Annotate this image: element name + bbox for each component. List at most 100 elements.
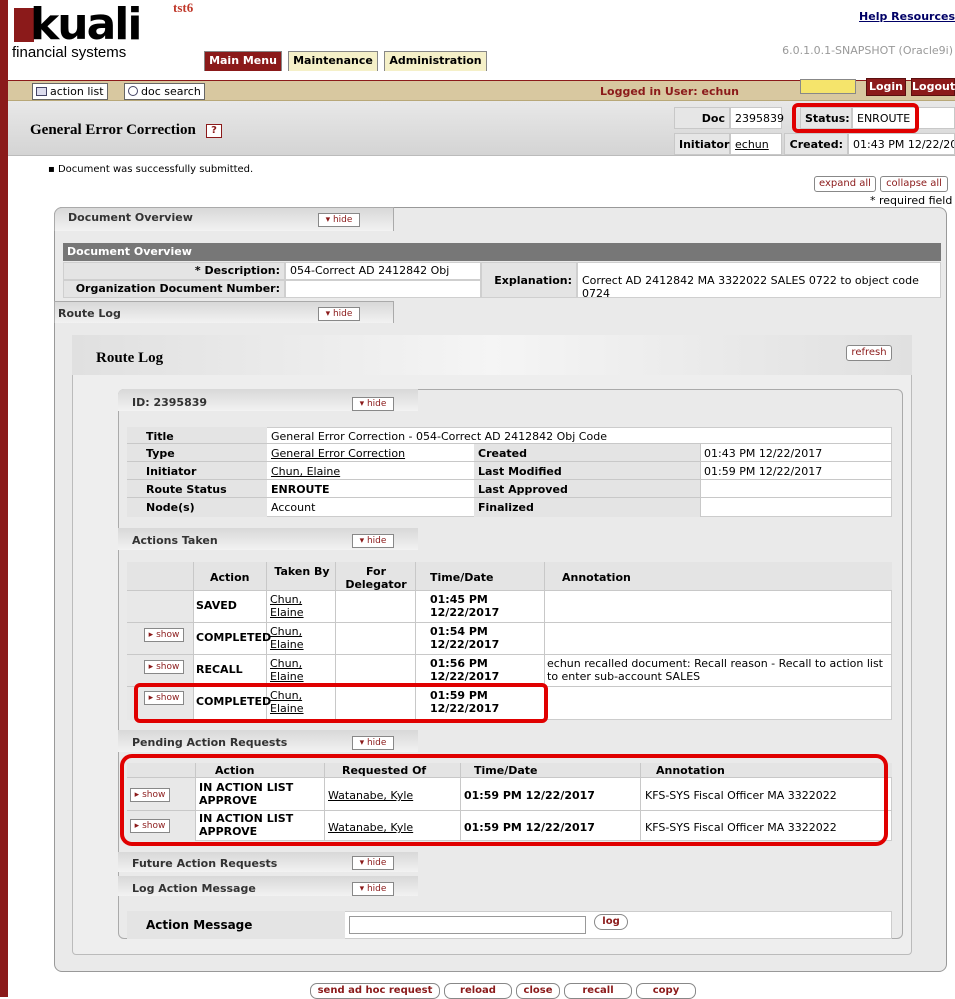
info-title-label: Title xyxy=(146,430,174,443)
pending-requests-tab: Pending Action Requests xyxy=(132,736,288,749)
info-approved-label: Last Approved xyxy=(478,483,568,496)
annotation-cell: echun recalled document: Recall reason -… xyxy=(547,657,883,683)
help-icon[interactable]: ? xyxy=(206,124,222,138)
initiator-label: Initiator: xyxy=(674,133,734,155)
document-id-tab: ID: 2395839 xyxy=(132,396,208,409)
help-resources-link[interactable]: Help Resources xyxy=(859,10,955,23)
info-nodes-label: Node(s) xyxy=(146,501,195,514)
info-initiator-label: Initiator xyxy=(146,465,197,478)
pending-requests-highlight xyxy=(120,754,888,846)
completed-row-highlight xyxy=(134,683,548,723)
routelog-hide-button[interactable]: ▾ hide xyxy=(318,307,360,321)
actions-row-divider xyxy=(127,654,892,655)
log-hide-button[interactable]: ▾ hide xyxy=(352,882,394,896)
created-label: Created: xyxy=(784,133,848,155)
show-button[interactable]: ▸ show xyxy=(144,660,184,674)
info-row-divider xyxy=(127,497,892,498)
action-cell: COMPLETED xyxy=(196,631,272,644)
actions-col-taken-by: Taken By xyxy=(274,565,330,578)
time-cell: 01:45 PM 12/22/2017 xyxy=(430,593,500,619)
document-title: General Error Correction xyxy=(30,122,196,138)
action-cell: RECALL xyxy=(196,663,243,676)
taken-by-link[interactable]: Chun, Elaine xyxy=(270,625,318,651)
taken-by-link[interactable]: Chun, Elaine xyxy=(270,657,318,683)
actions-col-action: Action xyxy=(210,571,250,584)
logout-button[interactable]: Logout xyxy=(911,78,955,96)
info-nodes-value: Account xyxy=(271,501,316,514)
org-doc-number-label: Organization Document Number: xyxy=(63,280,285,298)
action-message-input[interactable] xyxy=(349,916,586,934)
routelog-tab-label: Route Log xyxy=(58,307,121,320)
log-action-message-tab: Log Action Message xyxy=(132,882,256,895)
explanation-value: Correct AD 2412842 MA 3322022 SALES 0722… xyxy=(577,262,941,298)
search-icon xyxy=(128,86,138,96)
doc-search-button[interactable]: doc search xyxy=(124,83,205,100)
description-value: 054-Correct AD 2412842 Obj Code xyxy=(285,262,481,280)
collapse-all-button[interactable]: collapse all xyxy=(880,176,948,192)
overview-tab-label: Document Overview xyxy=(68,211,193,224)
info-modified-value: 01:59 PM 12/22/2017 xyxy=(704,465,823,478)
success-message: ▪ Document was successfully submitted. xyxy=(48,164,254,175)
info-row-divider xyxy=(127,479,892,480)
initiator-link[interactable]: echun xyxy=(730,133,782,155)
info-finalized-label: Finalized xyxy=(478,501,534,514)
action-cell: SAVED xyxy=(196,599,237,612)
log-button[interactable]: log xyxy=(594,914,628,930)
id-hide-button[interactable]: ▾ hide xyxy=(352,397,394,411)
required-field-note: * required field xyxy=(870,194,953,207)
info-status-label: Route Status xyxy=(146,483,227,496)
left-border xyxy=(0,0,8,997)
logo-subtitle: financial systems xyxy=(12,44,127,61)
logo-text: kuali xyxy=(30,0,142,50)
info-created-label: Created xyxy=(478,447,527,460)
org-doc-number-value xyxy=(285,280,481,298)
time-cell: 01:56 PM 12/22/2017 xyxy=(430,657,500,683)
time-cell: 01:54 PM 12/22/2017 xyxy=(430,625,500,651)
pending-hide-button[interactable]: ▾ hide xyxy=(352,736,394,750)
info-modified-label: Last Modified xyxy=(478,465,562,478)
login-button[interactable]: Login xyxy=(866,78,906,96)
info-row-divider xyxy=(127,443,892,444)
action-list-button[interactable]: action list xyxy=(32,83,108,100)
login-input[interactable] xyxy=(800,79,856,94)
action-message-label: Action Message xyxy=(146,918,253,932)
explanation-label: Explanation: xyxy=(481,262,577,298)
actions-row-divider xyxy=(127,622,892,623)
future-requests-tab: Future Action Requests xyxy=(132,857,278,870)
tab-administration[interactable]: Administration xyxy=(384,51,487,71)
environment-badge: tst6 xyxy=(173,0,194,15)
actions-row-divider xyxy=(127,590,892,591)
logged-in-user: Logged in User: echun xyxy=(600,85,739,98)
info-initiator-link[interactable]: Chun, Elaine xyxy=(271,465,340,478)
actions-hide-button[interactable]: ▾ hide xyxy=(352,534,394,548)
overview-section-header: Document Overview xyxy=(63,243,941,261)
doc-nbr-label: Doc Nbr: xyxy=(674,107,730,146)
status-highlight xyxy=(792,103,919,133)
info-col-divider xyxy=(700,443,701,517)
doc-nbr-value: 2395839 xyxy=(730,107,784,129)
info-type-link[interactable]: General Error Correction xyxy=(271,447,405,460)
future-hide-button[interactable]: ▾ hide xyxy=(352,856,394,870)
created-value: 01:43 PM 12/22/20 xyxy=(848,133,955,155)
actions-col-time: Time/Date xyxy=(430,571,494,584)
routelog-heading: Route Log xyxy=(96,350,164,366)
info-status-value: ENROUTE xyxy=(271,483,330,496)
info-row-divider xyxy=(127,461,892,462)
show-button[interactable]: ▸ show xyxy=(144,628,184,642)
refresh-button[interactable]: refresh xyxy=(846,345,892,361)
routelog-banner xyxy=(72,335,912,375)
overview-hide-button[interactable]: ▾ hide xyxy=(318,213,360,227)
taken-by-link[interactable]: Chun, Elaine xyxy=(270,593,318,619)
info-type-label: Type xyxy=(146,447,175,460)
actions-col-annotation: Annotation xyxy=(562,571,631,584)
actions-taken-tab: Actions Taken xyxy=(132,534,218,547)
description-label: * Description: xyxy=(63,262,285,280)
info-title-value: General Error Correction - 054-Correct A… xyxy=(271,430,607,443)
tab-main-menu[interactable]: Main Menu xyxy=(204,51,282,71)
list-icon xyxy=(36,87,47,96)
info-created-value: 01:43 PM 12/22/2017 xyxy=(704,447,823,460)
tab-maintenance[interactable]: Maintenance xyxy=(288,51,378,71)
expand-all-button[interactable]: expand all xyxy=(814,176,876,192)
actions-col-delegator: For Delegator xyxy=(345,565,407,591)
version-label: 6.0.1.0.1-SNAPSHOT (Oracle9i) xyxy=(782,44,953,57)
